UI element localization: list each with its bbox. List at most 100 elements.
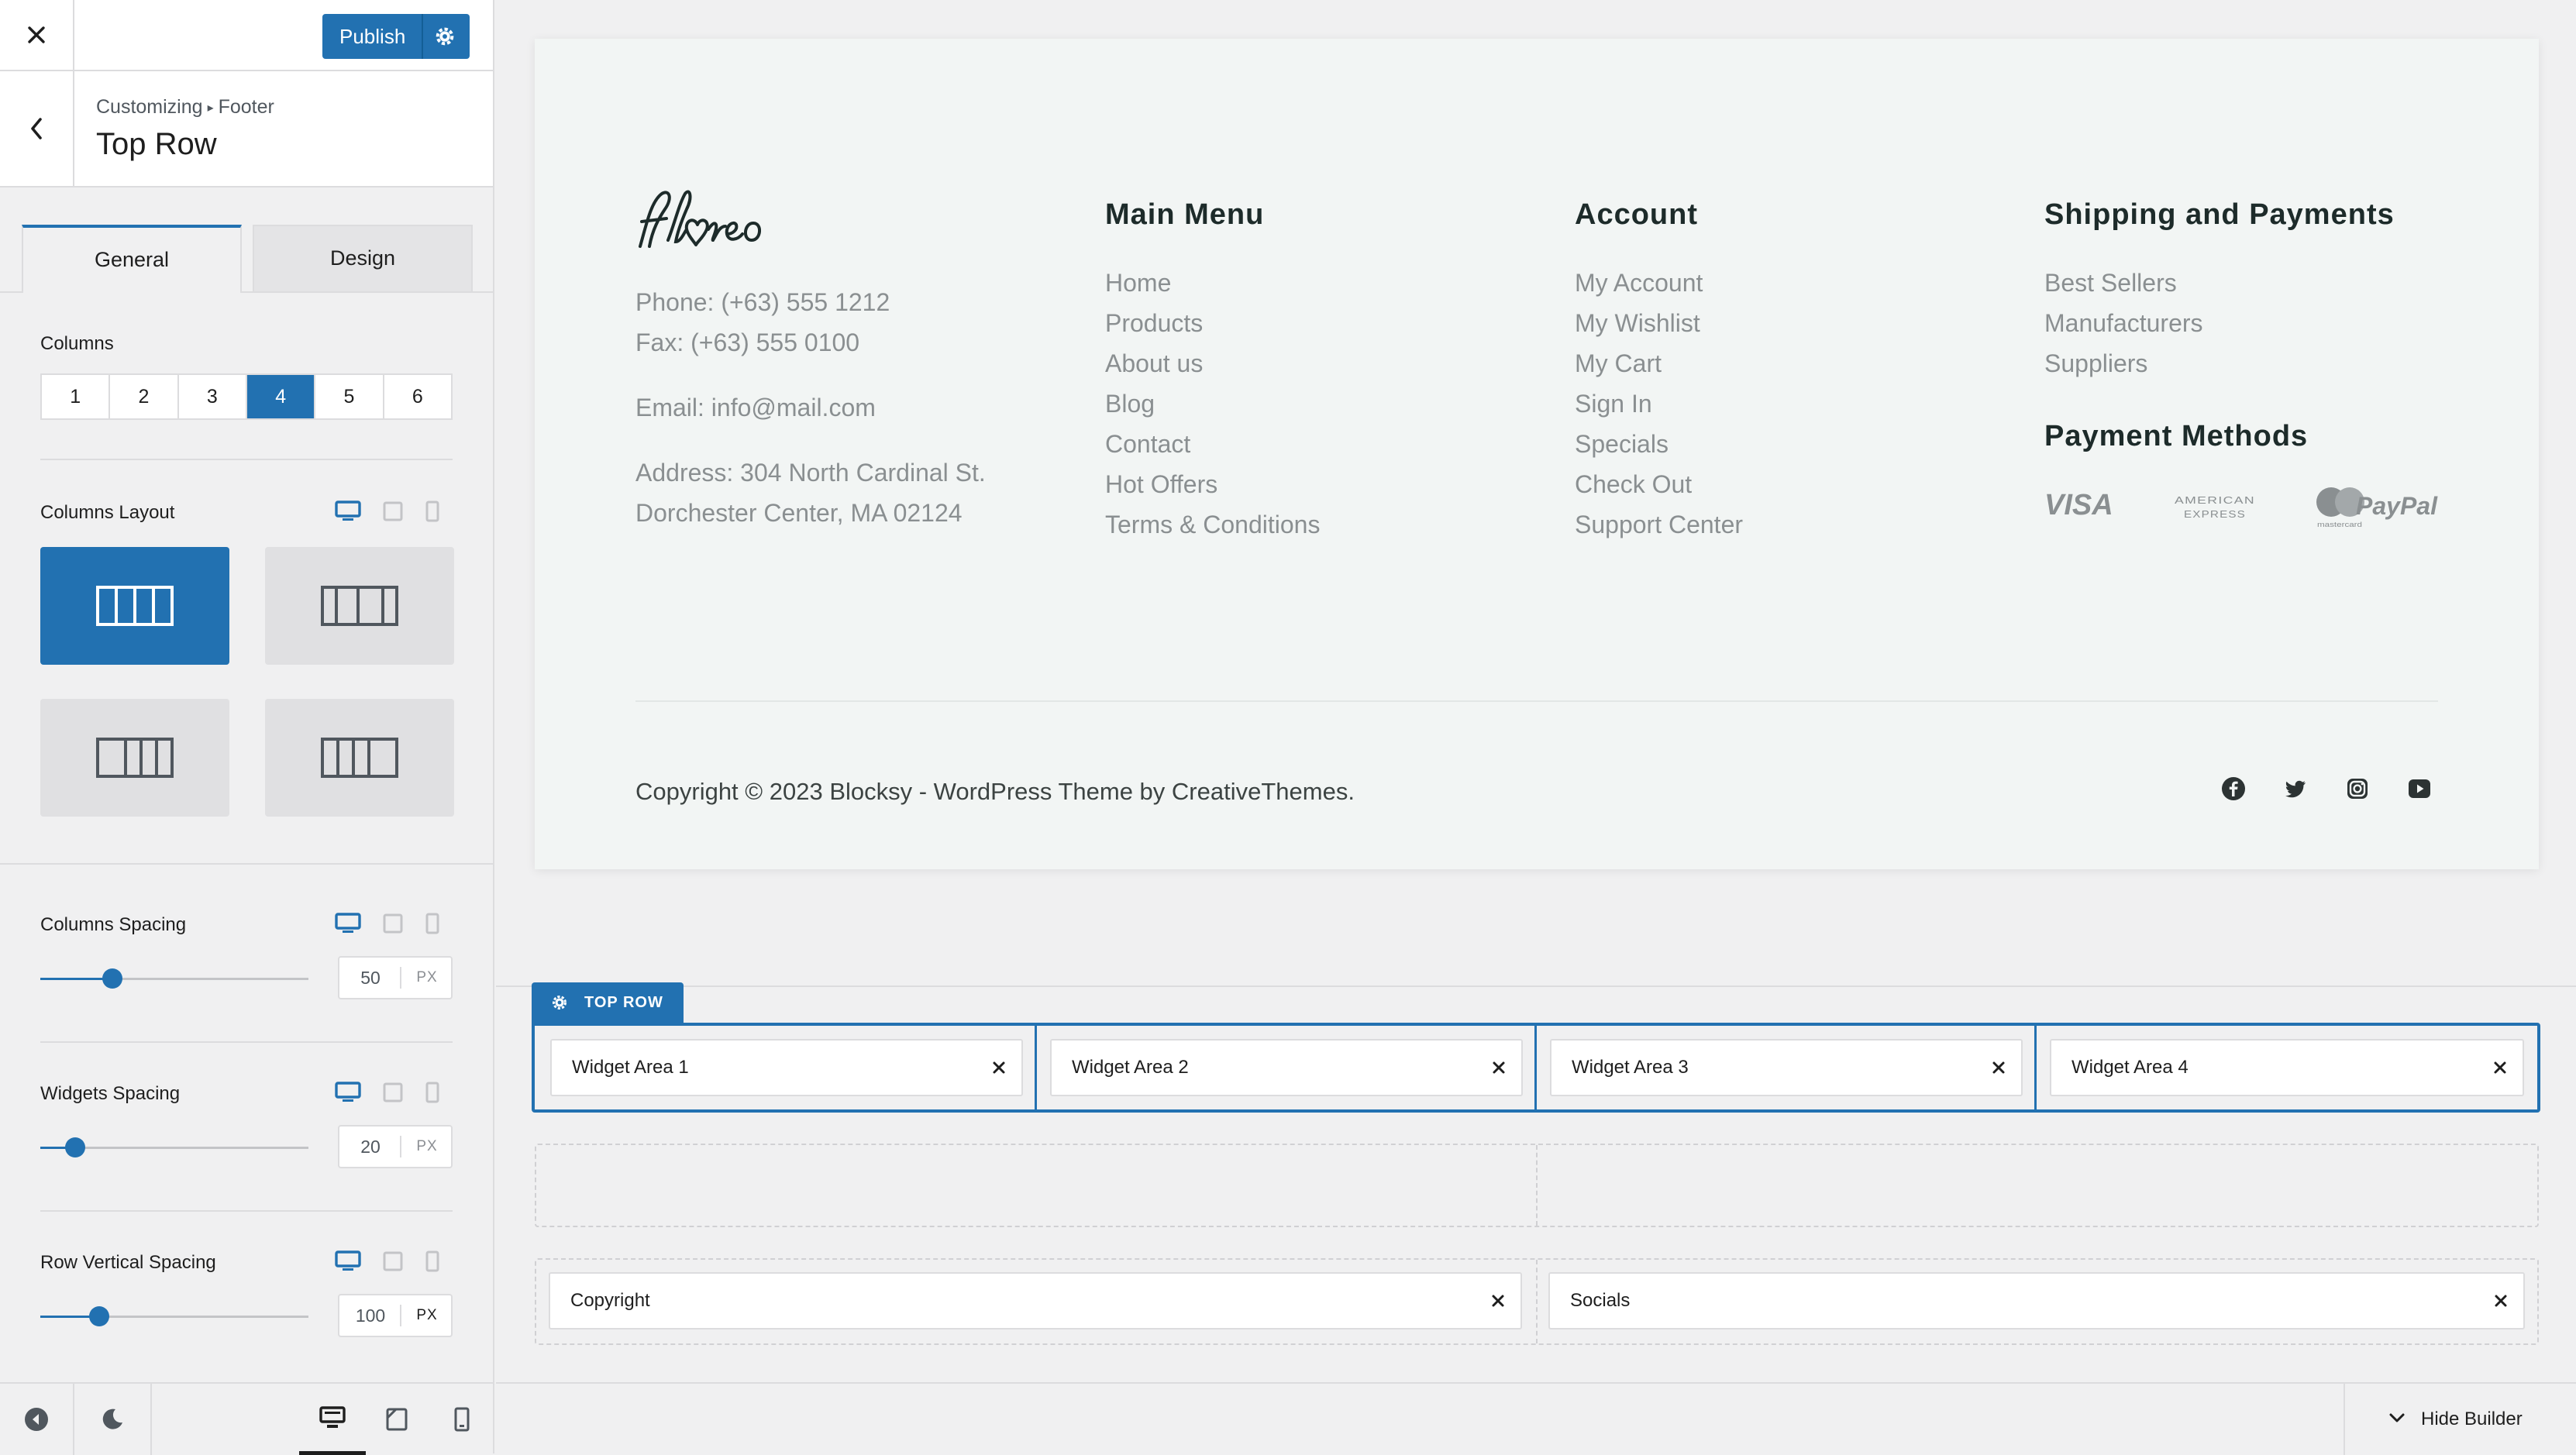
layout-option-wide-left[interactable] [265, 699, 454, 817]
facebook-icon[interactable] [2221, 776, 2246, 801]
account-item[interactable]: Check Out [1575, 464, 1743, 504]
slider-handle[interactable] [64, 1137, 85, 1157]
mobile-icon[interactable] [425, 1082, 440, 1103]
account-item[interactable]: Sign In [1575, 384, 1743, 424]
tablet-icon[interactable] [383, 1082, 403, 1103]
layout-option-equal[interactable] [40, 547, 229, 665]
bottom-row-builder: Copyright Socials [535, 1258, 2539, 1345]
twitter-icon[interactable] [2283, 776, 2308, 801]
columns-option-5[interactable]: 5 [315, 375, 384, 418]
columns-spacing-slider[interactable] [40, 968, 308, 989]
desktop-icon[interactable] [335, 1082, 361, 1103]
tablet-icon[interactable] [383, 913, 403, 934]
layout-wide-middle-icon [321, 586, 398, 626]
top-row-tag[interactable]: TOP ROW [532, 982, 684, 1023]
main-menu-item[interactable]: About us [1105, 343, 1320, 384]
layout-option-wide-right[interactable] [40, 699, 229, 817]
divider [40, 459, 453, 460]
widget-label: Widget Area 3 [1572, 1057, 1689, 1078]
close-button[interactable] [0, 0, 74, 70]
main-menu-item[interactable]: Terms & Conditions [1105, 504, 1320, 545]
hide-builder-button[interactable]: Hide Builder [2344, 1384, 2576, 1455]
account-item[interactable]: My Cart [1575, 343, 1743, 384]
slider-handle[interactable] [89, 1306, 110, 1326]
widget-area-1[interactable]: Widget Area 1 [550, 1039, 1023, 1096]
mobile-icon[interactable] [425, 500, 440, 522]
widgets-spacing-slider[interactable] [40, 1137, 308, 1157]
amex-icon: AMERICAN EXPRESS [2175, 494, 2254, 520]
widget-area-2[interactable]: Widget Area 2 [1050, 1039, 1523, 1096]
columns-option-4[interactable]: 4 [246, 375, 316, 418]
shipping-item[interactable]: Suppliers [2044, 343, 2203, 384]
mobile-icon[interactable] [425, 1250, 440, 1272]
layout-option-wide-middle[interactable] [265, 547, 454, 665]
account-item[interactable]: My Account [1575, 263, 1743, 303]
tab-design[interactable]: Design [253, 225, 473, 291]
columns-option-1[interactable]: 1 [42, 375, 111, 418]
main-menu-item[interactable]: Contact [1105, 424, 1320, 464]
desktop-icon[interactable] [335, 1250, 361, 1272]
responsive-device-switch [335, 1082, 440, 1103]
main-menu-item[interactable]: Home [1105, 263, 1320, 303]
copyright-text: Copyright © 2023 Blocksy - WordPress The… [635, 778, 1355, 805]
widget-area-3[interactable]: Widget Area 3 [1550, 1039, 2023, 1096]
columns-spacing-input[interactable]: 50 PX [338, 956, 453, 999]
desktop-icon[interactable] [335, 913, 361, 934]
row-vertical-spacing-input[interactable]: 100 PX [338, 1294, 453, 1337]
main-menu-item[interactable]: Hot Offers [1105, 464, 1320, 504]
remove-icon[interactable] [2492, 1059, 2509, 1076]
copyright-widget[interactable]: Copyright [549, 1272, 1522, 1329]
gear-icon[interactable] [432, 24, 457, 49]
column-separator [1536, 1260, 1538, 1343]
remove-icon[interactable] [990, 1059, 1007, 1076]
columns-option-2[interactable]: 2 [110, 375, 179, 418]
contact-fax: Fax: (+63) 555 0100 [635, 328, 860, 356]
remove-icon[interactable] [1990, 1059, 2007, 1076]
instagram-icon[interactable] [2345, 776, 2370, 801]
account-item[interactable]: My Wishlist [1575, 303, 1743, 343]
contact-email[interactable]: Email: info@mail.com [635, 394, 876, 422]
desktop-icon[interactable] [335, 500, 361, 522]
tab-general[interactable]: General [22, 225, 242, 293]
tablet-icon[interactable] [383, 1250, 403, 1272]
columns-spacing-value[interactable]: 50 [339, 958, 401, 998]
slider-fill [40, 978, 113, 980]
tablet-icon[interactable] [383, 500, 403, 522]
layout-wide-right-icon [96, 738, 174, 778]
shipping-item[interactable]: Best Sellers [2044, 263, 2203, 303]
socials-widget[interactable]: Socials [1548, 1272, 2525, 1329]
preview-tablet-button[interactable] [366, 1384, 428, 1455]
youtube-icon[interactable] [2407, 776, 2432, 801]
row-vertical-spacing-value[interactable]: 100 [339, 1295, 401, 1336]
main-menu-item[interactable]: Products [1105, 303, 1320, 343]
row-vertical-spacing-slider[interactable] [40, 1306, 308, 1326]
gear-icon[interactable] [550, 993, 569, 1012]
remove-icon[interactable] [1490, 1059, 1507, 1076]
back-button[interactable] [0, 71, 74, 186]
site-logo[interactable] [635, 186, 767, 256]
widgets-spacing-value[interactable]: 20 [339, 1127, 401, 1167]
account-item[interactable]: Support Center [1575, 504, 1743, 545]
main-menu-item[interactable]: Blog [1105, 384, 1320, 424]
responsive-device-switch [335, 500, 440, 522]
columns-option-3[interactable]: 3 [179, 375, 247, 418]
middle-row-builder[interactable] [535, 1144, 2539, 1227]
unit-selector[interactable]: PX [403, 1127, 451, 1167]
shipping-item[interactable]: Manufacturers [2044, 303, 2203, 343]
widget-area-4[interactable]: Widget Area 4 [2050, 1039, 2524, 1096]
column-separator [1534, 1026, 1537, 1109]
unit-selector[interactable]: PX [403, 1295, 451, 1336]
mobile-icon[interactable] [425, 913, 440, 934]
widgets-spacing-input[interactable]: 20 PX [338, 1125, 453, 1168]
remove-icon[interactable] [1489, 1292, 1507, 1309]
dark-mode-button[interactable] [74, 1384, 152, 1455]
preview-desktop-button[interactable] [299, 1384, 366, 1455]
slider-handle[interactable] [102, 968, 123, 989]
collapse-sidebar-button[interactable] [0, 1384, 74, 1455]
publish-button[interactable]: Publish [322, 14, 470, 59]
columns-option-6[interactable]: 6 [384, 375, 451, 418]
preview-mobile-button[interactable] [431, 1384, 493, 1455]
remove-icon[interactable] [2492, 1292, 2509, 1309]
account-item[interactable]: Specials [1575, 424, 1743, 464]
unit-selector[interactable]: PX [403, 958, 451, 998]
